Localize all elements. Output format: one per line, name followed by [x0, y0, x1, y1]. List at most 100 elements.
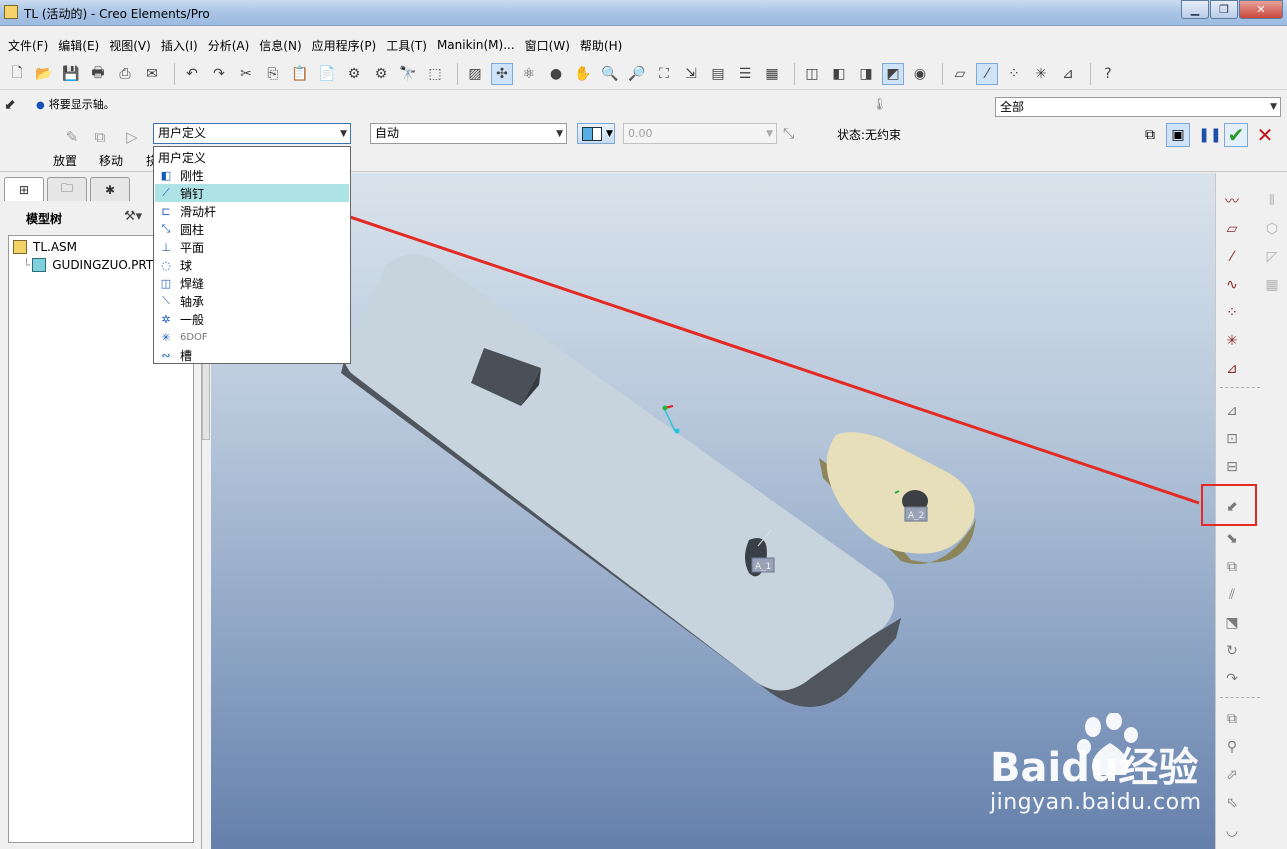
flip-constraint-button[interactable]: ▼: [577, 123, 615, 144]
close-button[interactable]: ✕: [1239, 0, 1283, 19]
hole-icon[interactable]: ⚲: [1220, 735, 1244, 759]
layers-icon[interactable]: ☰: [734, 63, 756, 85]
dropdown-item-slider[interactable]: ⊏ 滑动杆: [155, 202, 349, 220]
datum-planes-icon[interactable]: ▱: [949, 63, 971, 85]
open-icon[interactable]: 📂: [33, 63, 55, 85]
publish-geometry-icon[interactable]: ⬡: [1260, 217, 1284, 241]
menu-edit[interactable]: 编辑(E): [54, 37, 103, 54]
hidden-line-icon[interactable]: ◧: [828, 63, 850, 85]
paste-special-icon[interactable]: 📄: [316, 63, 338, 85]
constraint-type-select[interactable]: 自动 ▼: [370, 123, 567, 144]
tab-placement[interactable]: 放置: [53, 152, 77, 169]
dropdown-item-user-defined[interactable]: 用户定义: [155, 148, 349, 166]
sketch-icon[interactable]: ⊿: [1220, 399, 1244, 423]
tree-node[interactable]: └ GUDINGZUO.PRT: [23, 256, 153, 274]
datum-curve-sketch-icon[interactable]: 〰: [1220, 189, 1244, 213]
separate-window-icon[interactable]: ⧉: [89, 126, 111, 148]
filter-select[interactable]: 全部 ▼: [995, 97, 1281, 117]
dropdown-item-planar[interactable]: ⊥ 平面: [155, 238, 349, 256]
datum-point-icon[interactable]: ⁘: [1220, 301, 1244, 325]
copy-geometry-icon[interactable]: ⫴: [1260, 189, 1284, 213]
create-part-icon[interactable]: ⬊: [1220, 527, 1244, 551]
wireframe-icon[interactable]: ◫: [801, 63, 823, 85]
dropdown-item-rigid[interactable]: ◧ 刚性: [155, 166, 349, 184]
menu-info[interactable]: 信息(N): [255, 37, 305, 54]
skeleton-icon[interactable]: ⊟: [1220, 455, 1244, 479]
dropdown-item-cylinder[interactable]: ⤡ 圆柱: [155, 220, 349, 238]
repaint-icon[interactable]: ▨: [464, 63, 486, 85]
reorient-icon[interactable]: ⇲: [680, 63, 702, 85]
annotation-icon[interactable]: ⊿: [1057, 63, 1079, 85]
dropdown-item-6dof[interactable]: ✳ 6DOF: [155, 328, 349, 346]
saved-views-icon[interactable]: ▤: [707, 63, 729, 85]
use-interface-icon[interactable]: ✎: [61, 126, 83, 148]
print-icon[interactable]: 🖶: [87, 63, 109, 85]
datum-points-icon[interactable]: ⁘: [1003, 63, 1025, 85]
tab-favorites[interactable]: ✱: [90, 177, 130, 201]
undo-icon[interactable]: ↶: [181, 63, 203, 85]
tab-model-tree[interactable]: ⊞: [4, 177, 44, 201]
pause-icon[interactable]: ❚❚: [1198, 123, 1222, 147]
no-hidden-icon[interactable]: ◨: [855, 63, 877, 85]
send-mail-icon[interactable]: ✉: [141, 63, 163, 85]
constraint-set-select[interactable]: 用户定义 ▼: [153, 123, 351, 144]
new-icon[interactable]: 🗋: [6, 63, 28, 85]
coord-sys-icon[interactable]: ✳: [1030, 63, 1052, 85]
analysis-feature-icon[interactable]: ⊿: [1220, 357, 1244, 381]
spin-center-icon[interactable]: ✣: [491, 62, 513, 85]
cut-out-icon[interactable]: ◸: [1260, 245, 1284, 269]
pan-icon[interactable]: ✋: [572, 63, 594, 85]
shell-icon[interactable]: ◡: [1220, 819, 1244, 843]
pattern-icon[interactable]: ⧉: [1220, 707, 1244, 731]
paste-icon[interactable]: 📋: [289, 63, 311, 85]
menu-manikin[interactable]: Manikin(M)...: [433, 38, 519, 52]
dropdown-item-bearing[interactable]: ⟍ 轴承: [155, 292, 349, 310]
extrude-icon[interactable]: ⬔: [1220, 611, 1244, 635]
save-icon[interactable]: 💾: [60, 63, 82, 85]
tree-node[interactable]: TL.ASM: [13, 238, 77, 256]
ok-check-icon[interactable]: ✔: [1224, 123, 1248, 147]
regenerate-manager-icon[interactable]: ⚙: [370, 63, 392, 85]
chamfer-icon[interactable]: ⬁: [1220, 791, 1244, 815]
datum-plane-icon[interactable]: ▱: [1220, 217, 1244, 241]
send-icon[interactable]: ⎙: [114, 63, 136, 85]
cut-icon[interactable]: ✂: [235, 63, 257, 85]
sweep-icon[interactable]: ↷: [1220, 667, 1244, 691]
offset-input[interactable]: 0.00 ▼: [623, 123, 777, 144]
mirror-icon[interactable]: ⫽: [1220, 583, 1244, 607]
zoom-out-icon[interactable]: 🔎: [626, 63, 648, 85]
shading-icon[interactable]: ●: [545, 63, 567, 85]
table-icon[interactable]: ▦: [1260, 273, 1284, 297]
restore-button[interactable]: ❐: [1210, 0, 1238, 19]
menu-analysis[interactable]: 分析(A): [204, 37, 254, 54]
coordinate-system-icon[interactable]: ✳: [1220, 329, 1244, 353]
view-manager-icon[interactable]: ▦: [761, 63, 783, 85]
round-icon[interactable]: ⬀: [1220, 763, 1244, 787]
tree-settings-icon[interactable]: ⚒▾: [124, 209, 142, 224]
menu-window[interactable]: 窗口(W): [521, 37, 574, 54]
offset-direction-icon[interactable]: ⤡: [783, 126, 794, 142]
menu-help[interactable]: 帮助(H): [576, 37, 626, 54]
menu-tools[interactable]: 工具(T): [382, 37, 431, 54]
dropdown-item-pin[interactable]: ⟋ 销钉: [155, 184, 349, 202]
menu-applications[interactable]: 应用程序(P): [308, 37, 381, 54]
shaded-icon[interactable]: ◩: [882, 62, 904, 85]
select-box-icon[interactable]: ⬚: [424, 63, 446, 85]
find-icon[interactable]: 🔭: [397, 63, 419, 85]
dropdown-item-ball[interactable]: ◌ 球: [155, 256, 349, 274]
create-component-icon[interactable]: ⊡: [1220, 427, 1244, 451]
zoom-in-icon[interactable]: 🔍: [599, 63, 621, 85]
help-icon[interactable]: ?: [1097, 63, 1119, 85]
redo-icon[interactable]: ↷: [208, 63, 230, 85]
appearance-icon[interactable]: ◉: [909, 63, 931, 85]
cancel-x-icon[interactable]: ✕: [1253, 123, 1277, 147]
assembly-window-icon[interactable]: ▷: [121, 126, 143, 148]
repeat-icon[interactable]: ⧉: [1220, 555, 1244, 579]
datum-curve-icon[interactable]: ∿: [1220, 273, 1244, 297]
dropdown-item-slot[interactable]: ∾ 槽: [155, 346, 349, 364]
revolve-icon[interactable]: ↻: [1220, 639, 1244, 663]
tab-folder-browser[interactable]: 🗀: [47, 177, 87, 201]
regenerate-icon[interactable]: ⚙: [343, 63, 365, 85]
refit-icon[interactable]: ⛶: [653, 63, 675, 85]
separate-window-toggle-icon[interactable]: ⧉: [1138, 123, 1162, 147]
